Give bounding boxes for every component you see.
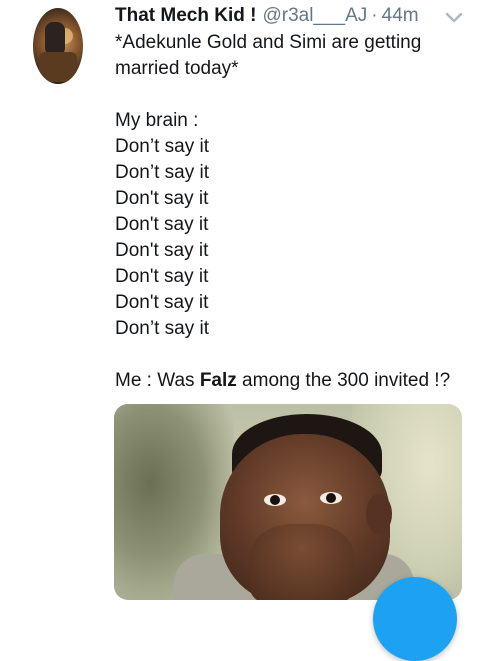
photo-eye-right — [320, 492, 342, 504]
tweet-text: *Adekunle Gold and Simi are getting marr… — [115, 30, 465, 394]
tweet-line: Don’t say it — [115, 318, 209, 339]
tweet-line: Don't say it — [115, 188, 209, 209]
tweet-photo[interactable] — [114, 404, 462, 600]
final-line-prefix: Me : Was — [115, 370, 200, 391]
tweet-line: Don’t say it — [115, 136, 209, 157]
tweet-line: Don’t say it — [115, 162, 209, 183]
avatar[interactable] — [33, 8, 83, 84]
tweet-header: That Mech Kid ! @r3al___AJ · 44m — [115, 4, 419, 28]
chevron-down-icon[interactable] — [443, 8, 465, 26]
tweet-line: Don't say it — [115, 240, 209, 261]
tweet-line: Don't say it — [115, 266, 209, 287]
final-line-suffix: among the 300 invited !? — [236, 370, 451, 391]
tweet-line: married today* — [115, 58, 239, 79]
photo-eye-left — [264, 494, 286, 506]
avatar-figure-body — [39, 52, 77, 82]
tweet-line: My brain : — [115, 110, 199, 131]
tweet-line: Don't say it — [115, 292, 209, 313]
photo-fist — [250, 524, 354, 600]
compose-button[interactable] — [373, 577, 457, 661]
header-separator: · — [371, 5, 378, 26]
tweet-line: *Adekunle Gold and Simi are getting — [115, 32, 422, 53]
tweet-timestamp[interactable]: 44m — [382, 5, 419, 27]
avatar-figure — [45, 22, 65, 56]
tweet-line: Don't say it — [115, 214, 209, 235]
author-handle[interactable]: @r3al___AJ — [262, 5, 367, 27]
tweet-line-final: Me : Was Falz among the 300 invited !? — [115, 368, 465, 394]
photo-ear — [366, 494, 392, 534]
author-name[interactable]: That Mech Kid ! — [115, 5, 256, 27]
final-line-bold: Falz — [199, 370, 237, 391]
